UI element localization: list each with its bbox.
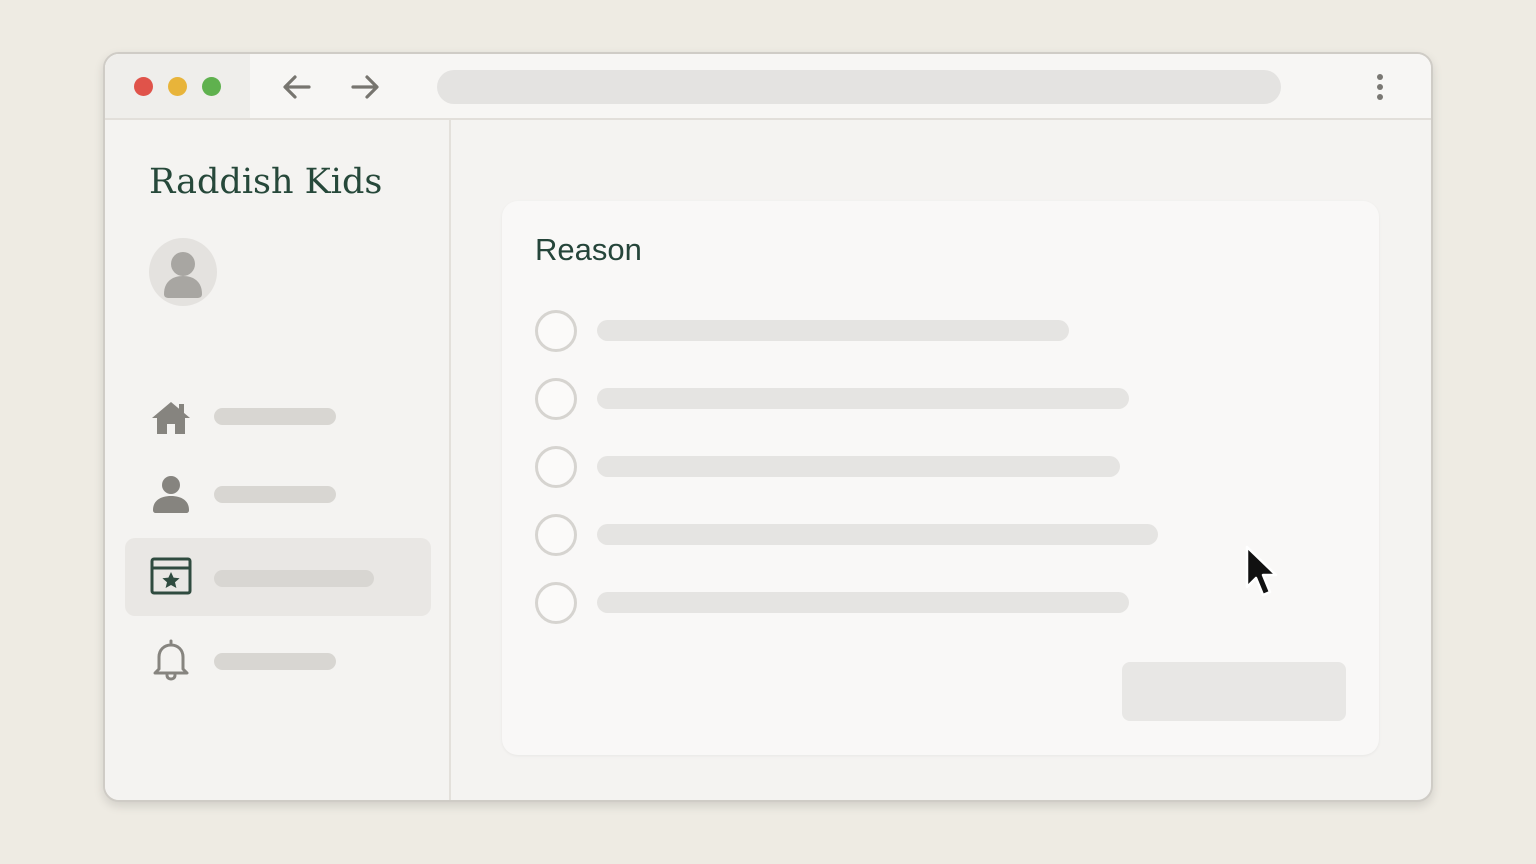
avatar[interactable] xyxy=(149,238,217,306)
close-window-button[interactable] xyxy=(134,77,153,96)
option-label xyxy=(597,320,1069,341)
main-content: Reason xyxy=(451,120,1431,800)
back-button[interactable] xyxy=(279,69,315,105)
option-label xyxy=(597,388,1129,409)
sidebar-item-profile[interactable] xyxy=(125,456,431,534)
kebab-menu-icon xyxy=(1377,74,1383,100)
browser-window: Raddish Kids Reason xyxy=(103,52,1433,802)
address-bar[interactable] xyxy=(437,70,1281,104)
sidebar-item-label xyxy=(214,570,374,587)
reason-option[interactable] xyxy=(535,514,1235,556)
brand-logo[interactable]: Raddish Kids xyxy=(149,162,382,202)
browser-menu-button[interactable] xyxy=(1370,72,1390,102)
option-label xyxy=(597,524,1158,545)
sidebar: Raddish Kids xyxy=(105,120,451,800)
person-icon xyxy=(153,476,189,513)
sidebar-item-label xyxy=(214,486,336,503)
radio-button[interactable] xyxy=(535,446,577,488)
radio-button[interactable] xyxy=(535,310,577,352)
user-avatar-icon xyxy=(164,252,202,298)
radio-button[interactable] xyxy=(535,514,577,556)
maximize-window-button[interactable] xyxy=(202,77,221,96)
card-title: Reason xyxy=(535,232,642,267)
reason-card: Reason xyxy=(502,201,1379,755)
calendar-star-icon xyxy=(150,557,192,595)
submit-button[interactable] xyxy=(1122,662,1346,721)
reason-option[interactable] xyxy=(535,446,1235,488)
sidebar-item-label xyxy=(214,653,336,670)
minimize-window-button[interactable] xyxy=(168,77,187,96)
arrow-right-icon xyxy=(351,75,379,99)
bell-icon xyxy=(153,639,189,681)
window-controls xyxy=(105,54,250,118)
mouse-cursor-icon xyxy=(1245,545,1278,597)
sidebar-item-events[interactable] xyxy=(125,538,431,616)
arrow-left-icon xyxy=(283,75,311,99)
sidebar-item-home[interactable] xyxy=(125,380,431,458)
reason-option[interactable] xyxy=(535,582,1235,624)
reason-option[interactable] xyxy=(535,310,1235,352)
browser-toolbar xyxy=(105,54,1431,120)
option-label xyxy=(597,456,1120,477)
reason-option[interactable] xyxy=(535,378,1235,420)
radio-button[interactable] xyxy=(535,582,577,624)
forward-button[interactable] xyxy=(347,69,383,105)
home-icon xyxy=(152,402,190,434)
sidebar-item-notifications[interactable] xyxy=(125,620,431,698)
sidebar-item-label xyxy=(214,408,336,425)
option-label xyxy=(597,592,1129,613)
radio-button[interactable] xyxy=(535,378,577,420)
